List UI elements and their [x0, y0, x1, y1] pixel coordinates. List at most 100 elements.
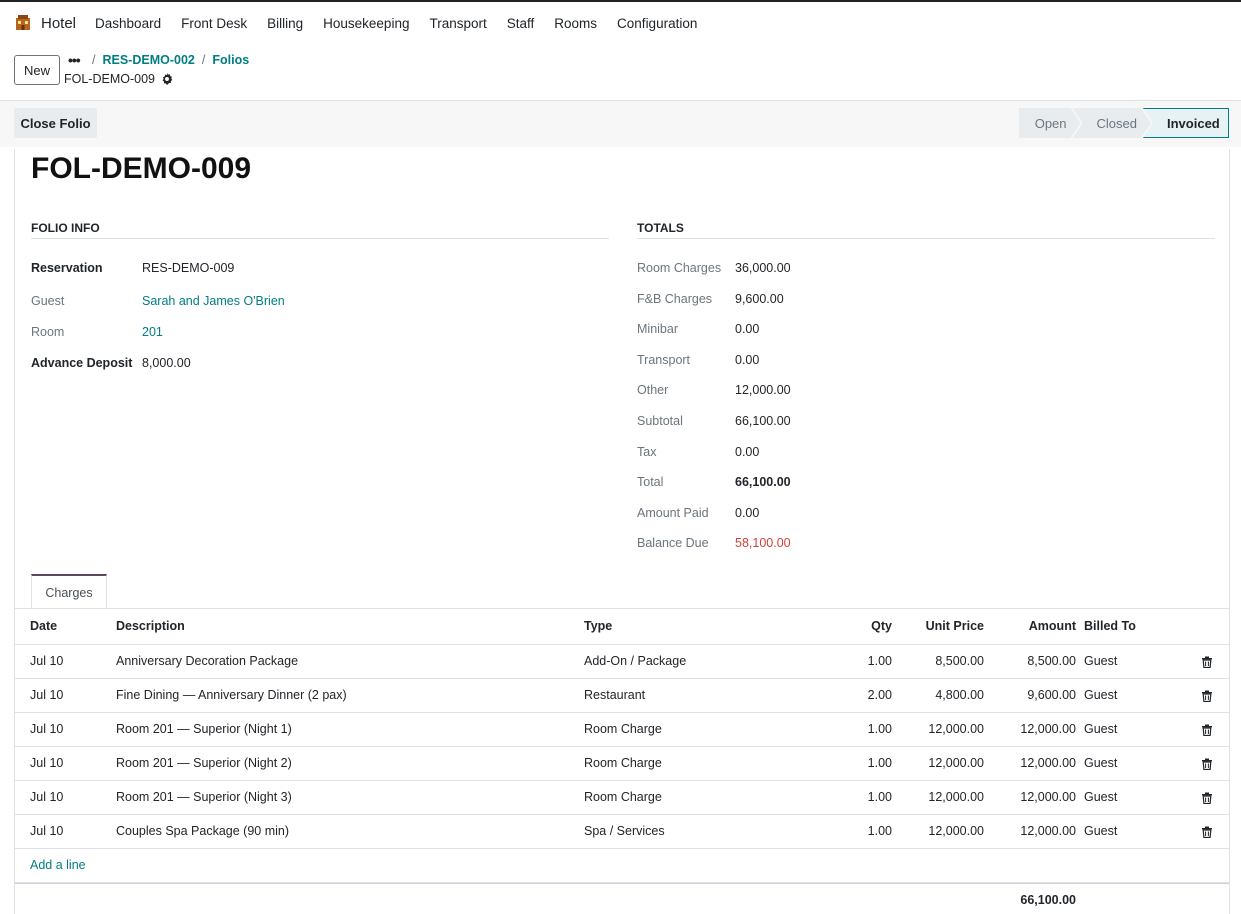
cell-amount[interactable]: 12,000.00: [984, 712, 1076, 747]
column-header-amount[interactable]: Amount: [984, 609, 1076, 645]
totals-value: 9,600.00: [735, 292, 784, 306]
cell-type[interactable]: Add-On / Package: [584, 644, 810, 679]
cell-unit-price[interactable]: 12,000.00: [892, 814, 984, 849]
cell-billed-to[interactable]: Guest: [1076, 678, 1191, 713]
totals-label: Total: [637, 475, 664, 489]
totals-value: 0.00: [735, 353, 760, 367]
menu-front-desk[interactable]: Front Desk: [181, 16, 247, 31]
table-row[interactable]: Jul 10 Room 201 — Superior (Night 3) Roo…: [15, 780, 1229, 815]
cell-qty[interactable]: 1.00: [810, 644, 892, 679]
cell-description[interactable]: Room 201 — Superior (Night 2): [116, 746, 584, 781]
totals-label: F&B Charges: [637, 292, 713, 306]
cell-billed-to[interactable]: Guest: [1076, 814, 1191, 849]
menu-dashboard[interactable]: Dashboard: [95, 16, 161, 31]
column-header-date[interactable]: Date: [15, 609, 116, 645]
cell-billed-to[interactable]: Guest: [1076, 746, 1191, 781]
control-panel: New ••• / RES-DEMO-002 / Folios FOL-DEMO…: [0, 44, 1241, 101]
totals-row: Amount Paid 0.00: [637, 506, 759, 520]
menu-transport[interactable]: Transport: [429, 16, 486, 31]
menu-billing[interactable]: Billing: [267, 16, 303, 31]
balance-due-value: 58,100.00: [735, 536, 791, 550]
column-header-description[interactable]: Description: [116, 609, 584, 645]
cell-description[interactable]: Room 201 — Superior (Night 3): [116, 780, 584, 815]
cell-type[interactable]: Room Charge: [584, 780, 810, 815]
menu-configuration[interactable]: Configuration: [617, 16, 697, 31]
cell-date[interactable]: Jul 10: [15, 712, 116, 747]
cell-qty[interactable]: 1.00: [810, 814, 892, 849]
cell-date[interactable]: Jul 10: [15, 746, 116, 781]
menu-housekeeping[interactable]: Housekeeping: [323, 16, 409, 31]
trash-icon[interactable]: [1201, 758, 1213, 770]
column-header-qty[interactable]: Qty: [810, 609, 892, 645]
cell-unit-price[interactable]: 4,800.00: [892, 678, 984, 713]
cell-billed-to[interactable]: Guest: [1076, 780, 1191, 815]
guest-link[interactable]: Sarah and James O'Brien: [142, 294, 285, 308]
trash-icon[interactable]: [1201, 690, 1213, 702]
menu-staff[interactable]: Staff: [507, 16, 535, 31]
advance-deposit-field: Advance Deposit 8,000.00: [31, 356, 191, 370]
cell-qty[interactable]: 1.00: [810, 780, 892, 815]
cell-date[interactable]: Jul 10: [15, 814, 116, 849]
add-line-link[interactable]: Add a line: [15, 858, 86, 872]
cell-billed-to[interactable]: Guest: [1076, 712, 1191, 747]
cell-type[interactable]: Spa / Services: [584, 814, 810, 849]
cell-type[interactable]: Room Charge: [584, 712, 810, 747]
close-folio-button[interactable]: Close Folio: [14, 108, 97, 138]
breadcrumb-separator: /: [92, 53, 96, 67]
cell-amount[interactable]: 12,000.00: [984, 746, 1076, 781]
cell-amount[interactable]: 9,600.00: [984, 678, 1076, 713]
cell-unit-price[interactable]: 12,000.00: [892, 746, 984, 781]
gear-icon[interactable]: [161, 73, 173, 85]
cell-date[interactable]: Jul 10: [15, 644, 116, 679]
table-row[interactable]: Jul 10 Couples Spa Package (90 min) Spa …: [15, 814, 1229, 849]
column-header-type[interactable]: Type: [584, 609, 810, 645]
trash-icon[interactable]: [1201, 656, 1213, 668]
cell-date[interactable]: Jul 10: [15, 780, 116, 815]
cell-amount[interactable]: 12,000.00: [984, 814, 1076, 849]
table-row[interactable]: Jul 10 Room 201 — Superior (Night 1) Roo…: [15, 712, 1229, 747]
cell-qty[interactable]: 1.00: [810, 746, 892, 781]
breadcrumb-more-icon[interactable]: •••: [68, 52, 81, 68]
cell-unit-price[interactable]: 8,500.00: [892, 644, 984, 679]
breadcrumb-folios-link[interactable]: Folios: [212, 53, 249, 67]
table-footer: 66,100.00: [15, 883, 1229, 914]
cell-amount[interactable]: 8,500.00: [984, 644, 1076, 679]
cell-billed-to[interactable]: Guest: [1076, 644, 1191, 679]
table-row[interactable]: Jul 10 Anniversary Decoration Package Ad…: [15, 644, 1229, 679]
column-header-unit-price[interactable]: Unit Price: [892, 609, 984, 645]
cell-unit-price[interactable]: 12,000.00: [892, 780, 984, 815]
advance-deposit-value[interactable]: 8,000.00: [142, 356, 191, 370]
table-row[interactable]: Jul 10 Fine Dining — Anniversary Dinner …: [15, 678, 1229, 713]
new-button[interactable]: New: [14, 55, 60, 85]
reservation-value[interactable]: RES-DEMO-009: [142, 261, 234, 275]
tab-charges[interactable]: Charges: [31, 574, 107, 609]
table-row[interactable]: Jul 10 Room 201 — Superior (Night 2) Roo…: [15, 746, 1229, 781]
cell-amount[interactable]: 12,000.00: [984, 780, 1076, 815]
breadcrumb-reservation-link[interactable]: RES-DEMO-002: [102, 53, 194, 67]
cell-qty[interactable]: 1.00: [810, 712, 892, 747]
guest-label: Guest: [31, 294, 65, 308]
status-closed[interactable]: Closed: [1073, 108, 1151, 138]
trash-icon[interactable]: [1201, 826, 1213, 838]
cell-description[interactable]: Room 201 — Superior (Night 1): [116, 712, 584, 747]
room-link[interactable]: 201: [142, 325, 163, 339]
app-name[interactable]: Hotel: [41, 15, 76, 32]
cell-description[interactable]: Anniversary Decoration Package: [116, 644, 584, 679]
cell-type[interactable]: Room Charge: [584, 746, 810, 781]
menu-rooms[interactable]: Rooms: [554, 16, 597, 31]
cell-description[interactable]: Fine Dining — Anniversary Dinner (2 pax): [116, 678, 584, 713]
cell-description[interactable]: Couples Spa Package (90 min): [116, 814, 584, 849]
cell-date[interactable]: Jul 10: [15, 678, 116, 713]
delete-cell: [1191, 780, 1229, 815]
hotel-building-icon[interactable]: [14, 13, 32, 31]
cell-type[interactable]: Restaurant: [584, 678, 810, 713]
trash-icon[interactable]: [1201, 724, 1213, 736]
guest-field: Guest Sarah and James O'Brien: [31, 294, 285, 308]
trash-icon[interactable]: [1201, 792, 1213, 804]
cell-qty[interactable]: 2.00: [810, 678, 892, 713]
cell-unit-price[interactable]: 12,000.00: [892, 712, 984, 747]
breadcrumb-separator: /: [201, 53, 206, 67]
status-open[interactable]: Open: [1019, 108, 1081, 138]
status-invoiced[interactable]: Invoiced: [1143, 108, 1229, 138]
column-header-billed-to[interactable]: Billed To: [1076, 609, 1191, 645]
